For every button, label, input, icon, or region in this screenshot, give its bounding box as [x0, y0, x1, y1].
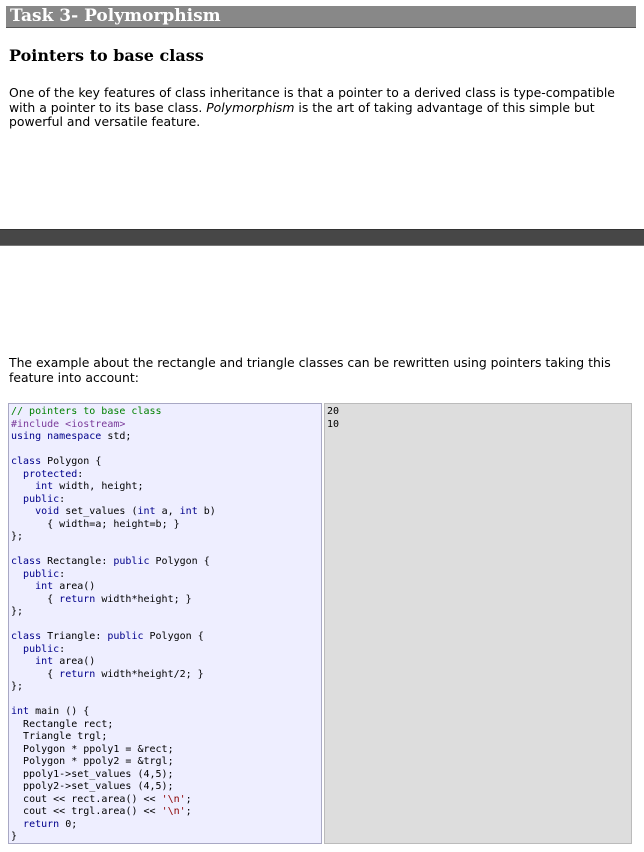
program-output: 20 10: [324, 403, 632, 844]
code-line: Rectangle rect;: [23, 718, 114, 730]
code-line: };: [11, 681, 24, 692]
code-line: Triangle trgl;: [23, 731, 108, 742]
code-line: public:: [23, 643, 66, 655]
code-line: Polygon * ppoly2 = &trgl;: [23, 756, 174, 767]
code-line: class Rectangle: public Polygon {: [11, 556, 210, 567]
code-line: // pointers to base class: [11, 406, 162, 417]
code-line: class Polygon {: [11, 456, 102, 467]
code-line: };: [11, 606, 24, 617]
code-line: ppoly1->set_values (4,5);: [11, 768, 174, 780]
code-line: { return width*height/2; }: [11, 668, 204, 680]
code-line: #include <iostream>: [11, 418, 126, 430]
code-listing: // pointers to base class #include <iost…: [8, 403, 322, 844]
task-title-bar: Task 3- Polymorphism: [6, 6, 636, 28]
code-line: cout << rect.area() << '\n';: [23, 793, 192, 805]
code-text: // pointers to base class #include <iost…: [9, 404, 321, 843]
intro-paragraph: One of the key features of class inherit…: [9, 85, 635, 130]
intro-emphasis: Polymorphism: [206, 99, 295, 115]
code-line: int area(): [35, 581, 96, 592]
task-title: Task 3- Polymorphism: [10, 6, 221, 26]
code-line: public:: [23, 493, 66, 505]
output-text: 20 10: [325, 404, 631, 431]
code-line: int width, height;: [35, 481, 144, 492]
section-heading: Pointers to base class: [9, 46, 204, 65]
code-line: class Triangle: public Polygon {: [11, 631, 204, 642]
output-line: 10: [327, 418, 340, 430]
code-line: void set_values (int a, int b): [35, 506, 216, 517]
code-line: ppoly2->set_values (4,5);: [11, 781, 174, 792]
code-line: int area(): [35, 656, 96, 667]
code-line: };: [11, 531, 24, 542]
code-line: public:: [23, 568, 66, 580]
example-paragraph: The example about the rectangle and tria…: [9, 355, 611, 385]
section-divider: [0, 229, 644, 246]
code-line: cout << trgl.area() << '\n';: [23, 806, 192, 817]
output-line: 20: [327, 406, 340, 417]
code-line: return 0;: [23, 818, 78, 830]
code-line: { width=a; height=b; }: [11, 518, 180, 530]
code-line: }: [11, 831, 18, 842]
code-line: int main () {: [11, 706, 90, 717]
code-line: Polygon * ppoly1 = &rect;: [23, 743, 174, 755]
code-line: { return width*height; }: [11, 593, 192, 605]
code-line: protected:: [23, 468, 84, 480]
code-line: using namespace std;: [11, 431, 132, 442]
